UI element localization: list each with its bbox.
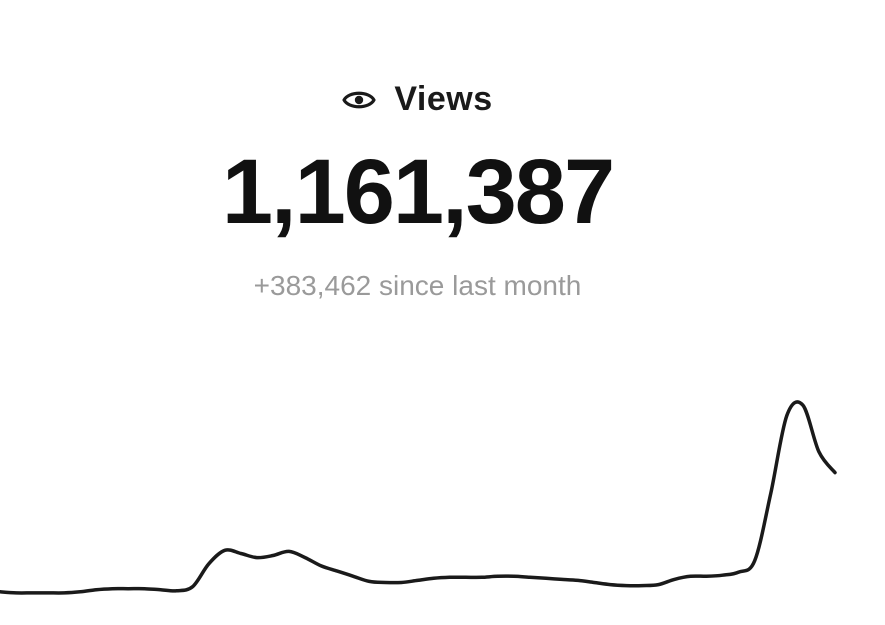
card-header: Views [0, 80, 835, 119]
metric-value: 1,161,387 [221, 141, 615, 243]
metric-label: Views [394, 80, 493, 118]
views-card: Views 1,161,387 +383,462 since last mont… [0, 0, 885, 625]
sparkline-series-line [0, 400, 837, 595]
metric-delta: +383,462 since last month [253, 270, 582, 301]
views-sparkline [0, 400, 837, 595]
eye-icon [342, 91, 376, 108]
